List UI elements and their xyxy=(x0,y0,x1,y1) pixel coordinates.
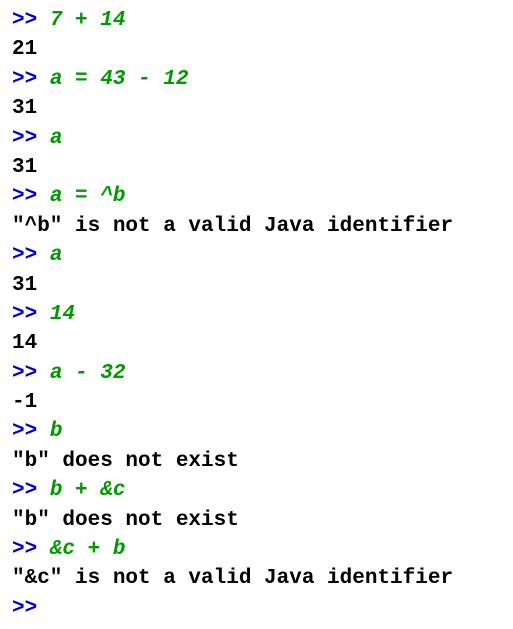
repl-input-line: >> a = ^b xyxy=(12,182,501,211)
repl-output-line: "b" does not exist xyxy=(12,506,501,535)
repl-output-line: "b" does not exist xyxy=(12,447,501,476)
repl-input-line: >> a xyxy=(12,241,501,270)
repl-prompt: >> xyxy=(12,420,50,443)
repl-output-line: 31 xyxy=(12,271,501,300)
repl-input-line: >> a = 43 - 12 xyxy=(12,65,501,94)
repl-input-text: a - 32 xyxy=(50,362,126,385)
repl-input-text: &c + b xyxy=(50,538,126,561)
repl-input-text: b xyxy=(50,420,63,443)
repl-input-text: a xyxy=(50,244,63,267)
repl-prompt: >> xyxy=(12,303,50,326)
repl-input-line: >> xyxy=(12,594,501,623)
repl-output-text: 31 xyxy=(12,274,37,297)
repl-input-text: 14 xyxy=(50,303,75,326)
repl-output-line: 31 xyxy=(12,153,501,182)
repl-output-text: "b" does not exist xyxy=(12,450,239,473)
repl-input-line: >> b xyxy=(12,417,501,446)
repl-input-text: 7 + 14 xyxy=(50,9,126,32)
repl-input-line: >> a xyxy=(12,124,501,153)
repl-input-line: >> b + &c xyxy=(12,476,501,505)
repl-console[interactable]: >> 7 + 14 21 >> a = 43 - 12 31 >> a 31 >> a = … xyxy=(12,6,501,623)
repl-input-text: a xyxy=(50,127,63,150)
repl-input-text: a = 43 - 12 xyxy=(50,68,189,91)
repl-output-line: "^b" is not a valid Java identifier xyxy=(12,212,501,241)
repl-output-line: 21 xyxy=(12,35,501,64)
repl-prompt: >> xyxy=(12,597,50,620)
repl-input-text: b + &c xyxy=(50,479,126,502)
repl-input-line: >> 14 xyxy=(12,300,501,329)
repl-prompt: >> xyxy=(12,244,50,267)
repl-output-line: 31 xyxy=(12,94,501,123)
repl-output-text: "^b" is not a valid Java identifier xyxy=(12,215,453,238)
repl-output-text: 31 xyxy=(12,156,37,179)
repl-prompt: >> xyxy=(12,362,50,385)
repl-output-text: "b" does not exist xyxy=(12,509,239,532)
repl-prompt: >> xyxy=(12,479,50,502)
repl-output-text: 14 xyxy=(12,332,37,355)
repl-prompt: >> xyxy=(12,9,50,32)
repl-input-line: >> &c + b xyxy=(12,535,501,564)
repl-prompt: >> xyxy=(12,127,50,150)
repl-input-line: >> 7 + 14 xyxy=(12,6,501,35)
repl-input-line: >> a - 32 xyxy=(12,359,501,388)
repl-output-line: 14 xyxy=(12,329,501,358)
repl-prompt: >> xyxy=(12,185,50,208)
repl-prompt: >> xyxy=(12,68,50,91)
repl-output-text: -1 xyxy=(12,391,37,414)
repl-output-text: 31 xyxy=(12,97,37,120)
repl-output-text: "&c" is not a valid Java identifier xyxy=(12,567,453,590)
repl-output-line: -1 xyxy=(12,388,501,417)
repl-input-text: a = ^b xyxy=(50,185,126,208)
repl-output-text: 21 xyxy=(12,38,37,61)
repl-output-line: "&c" is not a valid Java identifier xyxy=(12,564,501,593)
repl-prompt: >> xyxy=(12,538,50,561)
